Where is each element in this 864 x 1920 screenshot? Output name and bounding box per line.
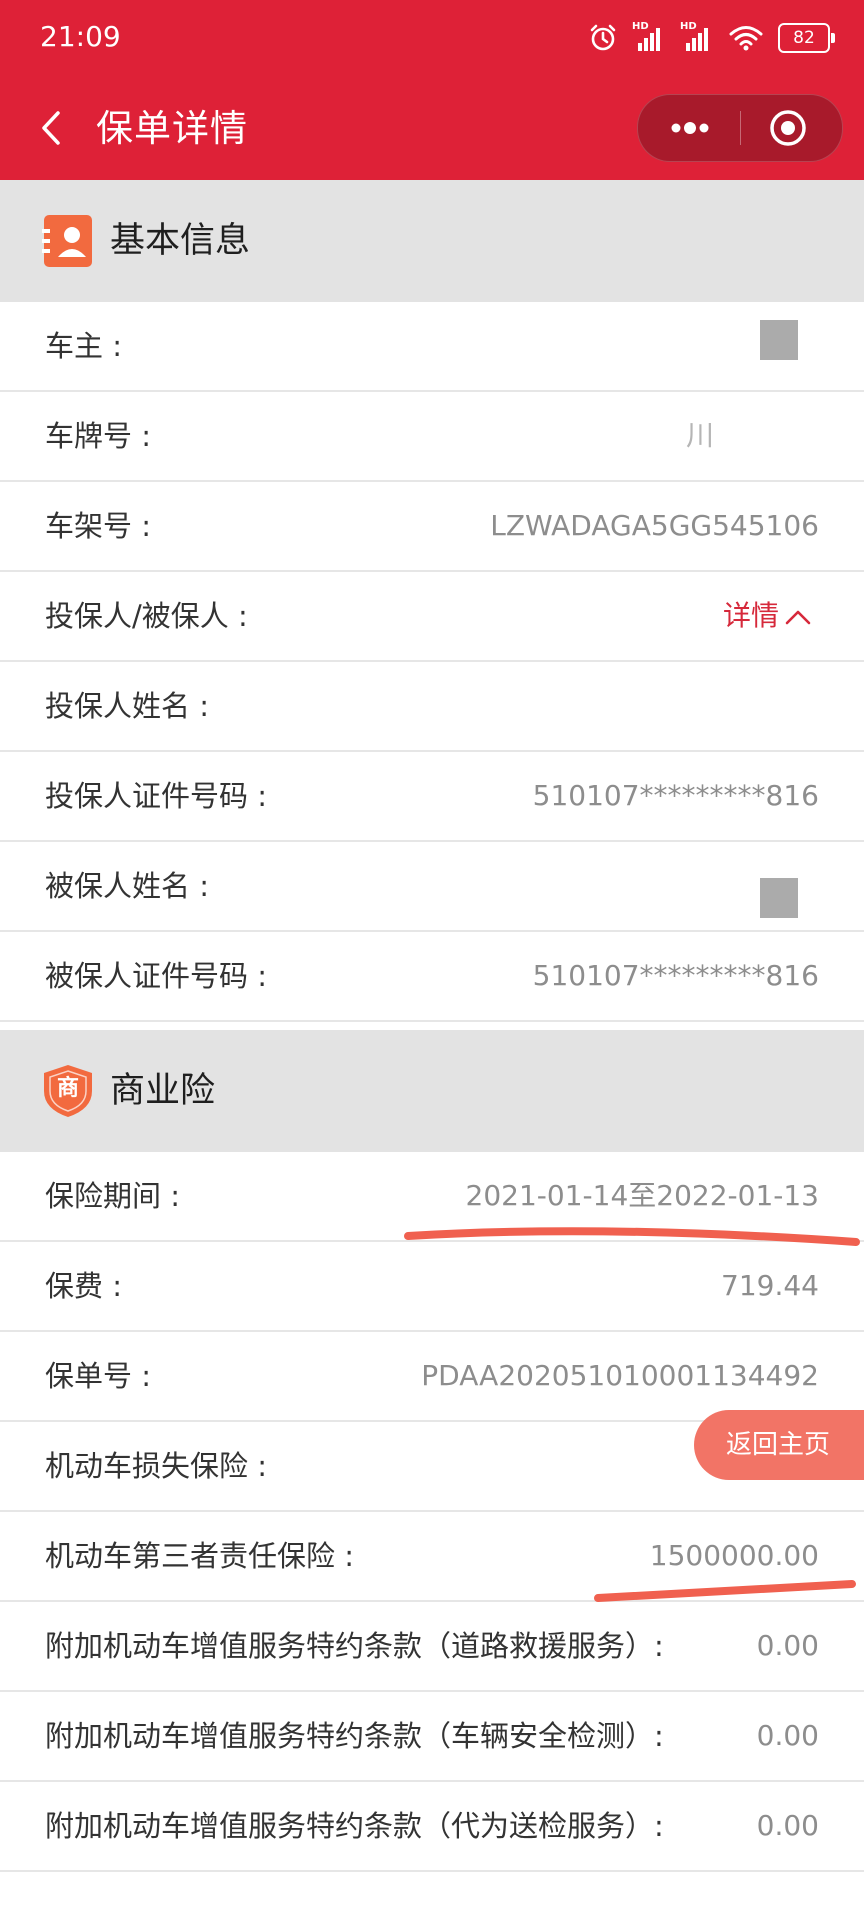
row-value: 510107*********816 bbox=[532, 779, 819, 812]
row-label: 投保人/被保人 : bbox=[45, 599, 248, 633]
row-addon-inspection-service: 附加机动车增值服务特约条款（代为送检服务）: 0.00 bbox=[0, 1782, 864, 1872]
row-value: 0.00 bbox=[756, 1629, 819, 1662]
row-policy-number: 保单号 : PDAA202051010001134492 bbox=[0, 1332, 864, 1422]
row-label: 保险期间 : bbox=[45, 1179, 180, 1213]
row-label: 附加机动车增值服务特约条款（车辆安全检测）: bbox=[45, 1719, 664, 1753]
shield-badge-text: 商 bbox=[56, 1076, 79, 1101]
hd-signal-icon: HD bbox=[680, 21, 714, 53]
contact-card-icon bbox=[42, 213, 94, 269]
nav-bar: 保单详情 bbox=[0, 76, 864, 180]
section-basic-info: 基本信息 bbox=[0, 180, 864, 302]
row-label: 车牌号 : bbox=[45, 419, 151, 453]
wifi-icon bbox=[728, 23, 764, 53]
mini-program-capsule bbox=[637, 94, 843, 162]
details-link[interactable]: 详情 bbox=[723, 572, 779, 660]
row-value: 川 bbox=[685, 419, 714, 452]
row-addon-road-rescue: 附加机动车增值服务特约条款（道路救援服务）: 0.00 bbox=[0, 1602, 864, 1692]
row-insured-name: 被保人姓名 : bbox=[0, 842, 864, 932]
row-label: 车主 : bbox=[45, 329, 122, 363]
row-addon-safety-inspection: 附加机动车增值服务特约条款（车辆安全检测）: 0.00 bbox=[0, 1692, 864, 1782]
chevron-up-icon[interactable] bbox=[783, 602, 813, 632]
row-label: 投保人姓名 : bbox=[45, 689, 209, 723]
row-plate: 车牌号 : 川 bbox=[0, 392, 864, 482]
highlight-stroke-period bbox=[404, 1227, 860, 1246]
row-label: 保单号 : bbox=[45, 1359, 151, 1393]
row-value: 0.00 bbox=[756, 1809, 819, 1842]
row-value: PDAA202051010001134492 bbox=[421, 1359, 819, 1392]
shield-icon: 商 bbox=[42, 1063, 94, 1119]
row-label: 被保人证件号码 : bbox=[45, 959, 267, 993]
status-bar: 21:09 HD HD 82 bbox=[0, 0, 864, 76]
redaction-mask bbox=[760, 878, 798, 918]
redaction-mask bbox=[760, 320, 798, 360]
section-commercial: 商 商业险 bbox=[0, 1030, 864, 1152]
row-label: 附加机动车增值服务特约条款（道路救援服务）: bbox=[45, 1629, 664, 1663]
hd-signal-icon: HD bbox=[632, 21, 666, 53]
alarm-icon bbox=[588, 23, 618, 53]
more-dots-icon[interactable] bbox=[638, 95, 740, 161]
row-label: 附加机动车增值服务特约条款（代为送检服务）: bbox=[45, 1809, 664, 1843]
return-home-button[interactable]: 返回主页 bbox=[694, 1410, 864, 1480]
row-label: 投保人证件号码 : bbox=[45, 779, 267, 813]
status-time: 21:09 bbox=[40, 20, 121, 53]
row-value: LZWADAGA5GG545106 bbox=[490, 509, 819, 542]
target-icon[interactable] bbox=[741, 95, 842, 161]
row-value: 0.00 bbox=[756, 1719, 819, 1752]
row-applicant-name: 投保人姓名 : bbox=[0, 662, 864, 752]
section-title-commercial: 商业险 bbox=[110, 1071, 216, 1111]
row-insured-id: 被保人证件号码 : 510107*********816 bbox=[0, 932, 864, 1022]
row-applicant-id: 投保人证件号码 : 510107*********816 bbox=[0, 752, 864, 842]
row-value: 510107*********816 bbox=[532, 959, 819, 992]
row-owner: 车主 : bbox=[0, 302, 864, 392]
row-label: 机动车损失保险 : bbox=[45, 1449, 267, 1483]
battery-icon: 82 bbox=[778, 23, 835, 53]
row-label: 机动车第三者责任保险 : bbox=[45, 1539, 354, 1573]
row-applicant-insured[interactable]: 投保人/被保人 : 详情 bbox=[0, 572, 864, 662]
app-header: 21:09 HD HD 82 保单详情 bbox=[0, 0, 864, 180]
back-arrow-icon[interactable] bbox=[34, 103, 68, 153]
row-label: 车架号 : bbox=[45, 509, 151, 543]
row-label: 被保人姓名 : bbox=[45, 869, 209, 903]
section-title-basic: 基本信息 bbox=[110, 221, 251, 261]
highlight-stroke-liability bbox=[594, 1580, 856, 1602]
row-vin: 车架号 : LZWADAGA5GG545106 bbox=[0, 482, 864, 572]
page-title: 保单详情 bbox=[96, 107, 248, 150]
status-icons: HD HD 82 bbox=[588, 21, 835, 54]
row-label: 保费 : bbox=[45, 1269, 122, 1303]
